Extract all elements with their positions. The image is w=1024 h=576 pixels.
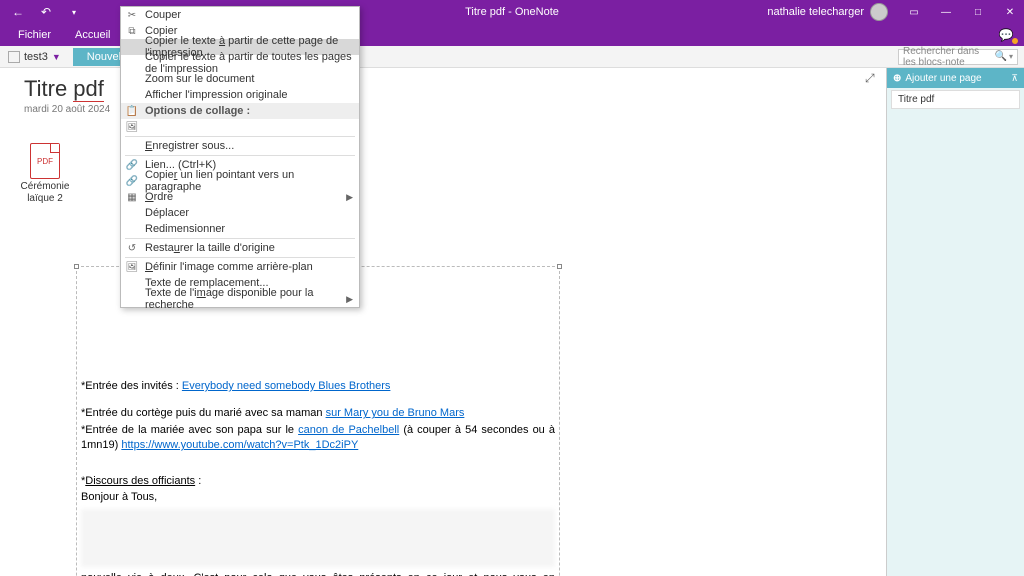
add-page-button[interactable]: ⊕ Ajouter une page ⊼: [887, 68, 1024, 88]
page-title-text: Titre: [24, 76, 73, 101]
ctx-label: Couper: [145, 9, 181, 21]
link-icon: 🔗: [125, 160, 139, 171]
back-icon[interactable]: ←: [8, 2, 28, 22]
window-title: Titre pdf - OneNote: [465, 6, 559, 18]
copy-icon: ⧉: [125, 26, 139, 37]
separator: [125, 136, 355, 137]
context-menu: ✂Couper ⧉Copier Copier le texte à partir…: [120, 6, 360, 308]
ctx-order[interactable]: ▦ Ordre ▶: [121, 189, 359, 205]
ctx-move[interactable]: Déplacer: [121, 205, 359, 221]
paste-icon: 📋: [125, 106, 139, 117]
ctx-paste-options-header: 📋 Options de collage :: [121, 103, 359, 119]
ribbon-options-icon[interactable]: ▭: [900, 1, 928, 23]
link[interactable]: Everybody need somebody Blues Brothers: [182, 380, 391, 392]
ctx-label: Zoom sur le document: [145, 73, 254, 85]
plus-icon: ⊕: [893, 73, 901, 84]
link-icon: 🔗: [125, 176, 139, 187]
notebook-icon: [8, 51, 20, 63]
ctx-label: Restaurer la taille d'origine: [145, 242, 275, 254]
search-input[interactable]: Rechercher dans les blocs-note 🔍 ▾: [898, 49, 1018, 65]
undo-icon[interactable]: ↶: [36, 2, 56, 22]
text-underlined: Discours des officiants: [85, 475, 195, 487]
page-list-pane: ⤢ ⊕ Ajouter une page ⊼ Titre pdf: [886, 68, 1024, 576]
maximize-icon[interactable]: □: [964, 1, 992, 23]
ctx-label: Texte de l'image disponible pour la rech…: [145, 287, 346, 311]
submenu-arrow-icon: ▶: [346, 192, 353, 203]
ctx-show-original[interactable]: Afficher l'impression originale: [121, 87, 359, 103]
add-page-label: Ajouter une page: [905, 73, 981, 84]
image-icon: 🖼: [125, 262, 139, 273]
notebook-name: test3: [24, 51, 48, 63]
ctx-copy-all-text[interactable]: Copier le texte à partir de toutes les p…: [121, 55, 359, 71]
ctx-label: Enregistrer sous...: [145, 140, 234, 152]
tab-accueil[interactable]: Accueil: [63, 25, 122, 45]
text: nouvelle vie à deux. C'est pour cela que…: [81, 571, 555, 576]
search-placeholder: Rechercher dans les blocs-note: [903, 46, 995, 68]
tab-fichier[interactable]: Fichier: [6, 25, 63, 45]
minimize-icon[interactable]: —: [932, 1, 960, 23]
pin-icon[interactable]: ⊼: [1011, 73, 1018, 84]
cut-icon: ✂: [125, 10, 139, 21]
ctx-label: Définir l'image comme arrière-plan: [145, 261, 313, 273]
search-icon: 🔍: [995, 51, 1007, 62]
pdf-icon: PDF: [30, 143, 60, 179]
ctx-restore-size[interactable]: ↺ Restaurer la taille d'origine: [121, 240, 359, 256]
printout-container[interactable]: *Entrée des invités : Everybody need som…: [76, 266, 560, 576]
link[interactable]: canon de Pachelbell: [298, 424, 399, 436]
text: Bonjour à Tous,: [81, 490, 555, 505]
order-icon: ▦: [125, 192, 139, 203]
separator: [125, 238, 355, 239]
ctx-copy-paragraph-link[interactable]: 🔗Copier un lien pointant vers un paragra…: [121, 173, 359, 189]
user-area[interactable]: nathalie telecharger: [767, 3, 896, 21]
text: :: [195, 475, 201, 487]
chevron-down-icon: ▼: [52, 52, 61, 62]
submenu-arrow-icon: ▶: [346, 294, 353, 305]
ctx-cut[interactable]: ✂ Couper: [121, 7, 359, 23]
paste-option-icon: 🖼: [125, 122, 139, 133]
ctx-resize[interactable]: Redimensionner: [121, 221, 359, 237]
avatar: [870, 3, 888, 21]
ctx-label: Redimensionner: [145, 223, 225, 235]
resize-handle[interactable]: [74, 264, 79, 269]
notification-dot: [1012, 38, 1018, 44]
ctx-label: Options de collage :: [145, 105, 250, 117]
ctx-save-as[interactable]: Enregistrer sous...: [121, 138, 359, 154]
ctx-zoom[interactable]: Zoom sur le document: [121, 71, 359, 87]
search-dropdown-icon: ▾: [1009, 52, 1013, 61]
page-list-item[interactable]: Titre pdf: [891, 90, 1020, 109]
qat-dropdown-icon[interactable]: ▾: [64, 2, 84, 22]
restore-icon: ↺: [125, 243, 139, 254]
ctx-set-background[interactable]: 🖼 Définir l'image comme arrière-plan: [121, 259, 359, 275]
ctx-searchable-text[interactable]: Texte de l'image disponible pour la rech…: [121, 291, 359, 307]
link[interactable]: https://www.youtube.com/watch?v=Ptk_1Dc2…: [121, 439, 358, 451]
page-date: mardi 20 août 2024: [24, 104, 110, 115]
page-title-underlined: pdf: [73, 76, 104, 102]
resize-handle[interactable]: [557, 264, 562, 269]
close-icon[interactable]: ✕: [996, 1, 1024, 23]
ctx-label: Ordre: [145, 191, 173, 203]
text: *Entrée du cortège puis du marié avec sa…: [81, 407, 326, 419]
redacted-block: [81, 509, 555, 567]
link[interactable]: sur Mary you de Bruno Mars: [326, 407, 465, 419]
attachment-label: Cérémonie laïque 2: [20, 181, 70, 205]
text: *Entrée de la mariée avec son papa sur l…: [81, 424, 298, 436]
separator: [125, 257, 355, 258]
printout-text: *Entrée des invités : Everybody need som…: [77, 267, 559, 576]
notebook-selector[interactable]: test3 ▼: [0, 51, 69, 63]
expand-icon[interactable]: ⤢: [865, 71, 875, 86]
ctx-label: Afficher l'impression originale: [145, 89, 288, 101]
separator: [125, 155, 355, 156]
ctx-paste-option[interactable]: 🖼: [121, 119, 359, 135]
user-name: nathalie telecharger: [767, 6, 864, 18]
text: *Entrée des invités :: [81, 380, 182, 392]
ctx-label: Déplacer: [145, 207, 189, 219]
